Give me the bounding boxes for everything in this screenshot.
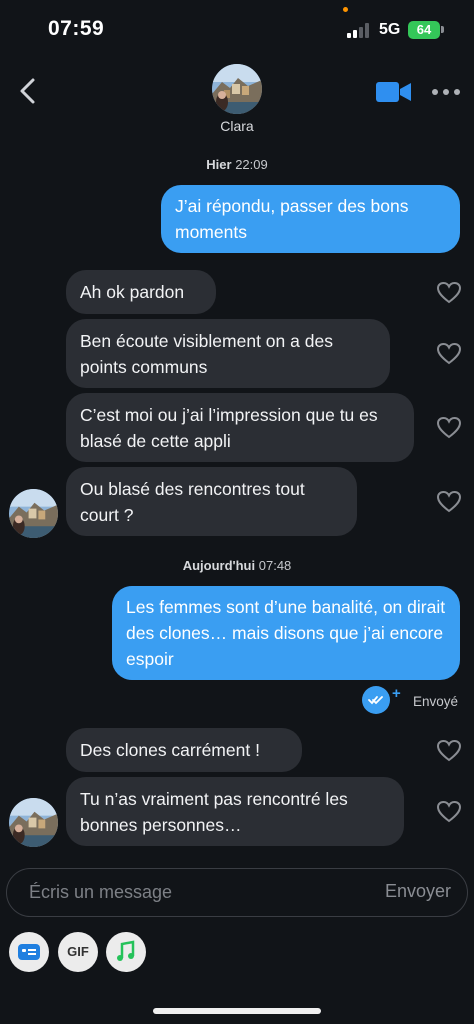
heart-icon[interactable] bbox=[436, 739, 462, 763]
battery-tip bbox=[441, 26, 444, 33]
composer-tools: GIF bbox=[0, 932, 474, 976]
message-text: Des clones carrément ! bbox=[80, 740, 260, 760]
message-bubble-incoming[interactable]: Ou blasé des rencontres tout court ? bbox=[66, 467, 357, 536]
sent-status: Envoyé bbox=[413, 694, 459, 709]
contact-avatar-small[interactable] bbox=[9, 489, 58, 538]
sticker-icon[interactable] bbox=[9, 932, 49, 972]
message-text: Ben écoute visiblement on a des points c… bbox=[80, 330, 333, 377]
signal-icon bbox=[347, 22, 371, 38]
status-bar: 07:59 5G 64 bbox=[0, 0, 474, 60]
message-text: Tu n’as vraiment pas rencontré les bonne… bbox=[80, 788, 348, 835]
network-type: 5G bbox=[379, 21, 401, 38]
timestamp: Hier 22:09 bbox=[0, 157, 474, 172]
timestamp: Aujourd'hui 07:48 bbox=[0, 558, 474, 573]
heart-icon[interactable] bbox=[436, 342, 462, 366]
timestamp-time: 07:48 bbox=[258, 558, 292, 573]
message-composer: Envoyer bbox=[6, 868, 468, 917]
message-text: Ou blasé des rencontres tout court ? bbox=[80, 478, 305, 525]
timestamp-day: Aujourd'hui bbox=[182, 558, 256, 573]
boost-plus-icon: + bbox=[392, 685, 401, 702]
heart-icon[interactable] bbox=[436, 490, 462, 514]
send-button[interactable]: Envoyer bbox=[385, 881, 451, 902]
battery-level: 64 bbox=[408, 21, 440, 39]
message-text: Ah ok pardon bbox=[80, 282, 185, 302]
message-text: J’ai répondu, passer des bons moments bbox=[175, 196, 409, 242]
heart-icon[interactable] bbox=[436, 281, 462, 305]
message-text: Les femmes sont d’une banalité, on dirai… bbox=[126, 597, 446, 669]
message-bubble-outgoing[interactable]: J’ai répondu, passer des bons moments bbox=[161, 185, 460, 253]
contact-name[interactable]: Clara bbox=[0, 118, 474, 134]
message-bubble-incoming[interactable]: Tu n’as vraiment pas rencontré les bonne… bbox=[66, 777, 404, 846]
message-text: C’est moi ou j’ai l’impression que tu es… bbox=[80, 404, 378, 451]
message-input[interactable] bbox=[29, 869, 359, 916]
contact-avatar[interactable] bbox=[212, 64, 262, 114]
contact-avatar-small[interactable] bbox=[9, 798, 58, 847]
privacy-indicator bbox=[343, 7, 348, 12]
heart-icon[interactable] bbox=[436, 800, 462, 824]
read-receipt-icon bbox=[362, 686, 390, 714]
heart-icon[interactable] bbox=[436, 416, 462, 440]
home-indicator bbox=[153, 1008, 321, 1014]
video-call-icon[interactable] bbox=[376, 80, 412, 104]
message-bubble-incoming[interactable]: Des clones carrément ! bbox=[66, 728, 302, 772]
music-icon[interactable] bbox=[106, 932, 146, 972]
message-bubble-incoming[interactable]: Ah ok pardon bbox=[66, 270, 216, 314]
message-bubble-incoming[interactable]: Ben écoute visiblement on a des points c… bbox=[66, 319, 390, 388]
back-icon[interactable] bbox=[14, 76, 44, 106]
message-bubble-outgoing[interactable]: Les femmes sont d’une banalité, on dirai… bbox=[112, 586, 460, 680]
message-bubble-incoming[interactable]: C’est moi ou j’ai l’impression que tu es… bbox=[66, 393, 414, 462]
timestamp-day: Hier bbox=[206, 157, 232, 172]
gif-button[interactable]: GIF bbox=[58, 932, 98, 972]
status-time: 07:59 bbox=[48, 17, 105, 40]
timestamp-time: 22:09 bbox=[235, 157, 268, 172]
more-icon[interactable] bbox=[432, 86, 462, 98]
